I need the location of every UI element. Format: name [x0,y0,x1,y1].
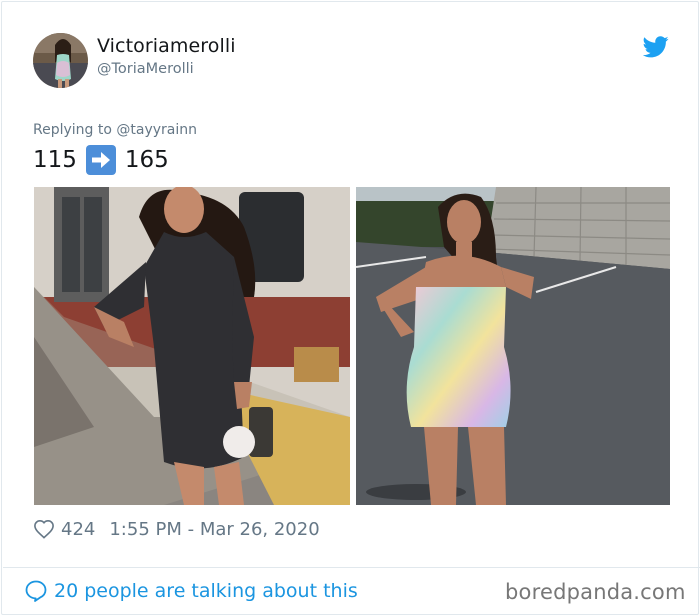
tweet-text: 115 165 [33,144,169,176]
like-count[interactable]: 424 [61,519,95,540]
photo-after[interactable] [356,187,670,505]
heart-icon[interactable] [33,519,55,539]
twitter-bird-icon[interactable] [643,36,669,58]
speech-bubble-icon [25,580,47,602]
right-arrow-icon [85,145,116,175]
watermark: boredpanda.com [505,580,686,604]
user-handle[interactable]: @ToriaMerolli [97,61,194,77]
display-name[interactable]: Victoriamerolli [97,35,236,57]
avatar-image [33,33,88,88]
photo-before[interactable] [34,187,350,505]
replying-to[interactable]: Replying to @tayyrainn [33,122,197,138]
avatar[interactable] [33,33,88,88]
timestamp[interactable]: 1:55 PM - Mar 26, 2020 [109,519,319,540]
weight-before: 115 [33,147,77,173]
divider [3,567,700,568]
weight-after: 165 [124,147,169,173]
conversation-text: 20 people are talking about this [54,580,358,602]
tweet-actions: 424 1:55 PM - Mar 26, 2020 [33,516,320,542]
tweet-card: Victoriamerolli @ToriaMerolli Replying t… [1,1,700,615]
conversation-link[interactable]: 20 people are talking about this [24,578,358,604]
